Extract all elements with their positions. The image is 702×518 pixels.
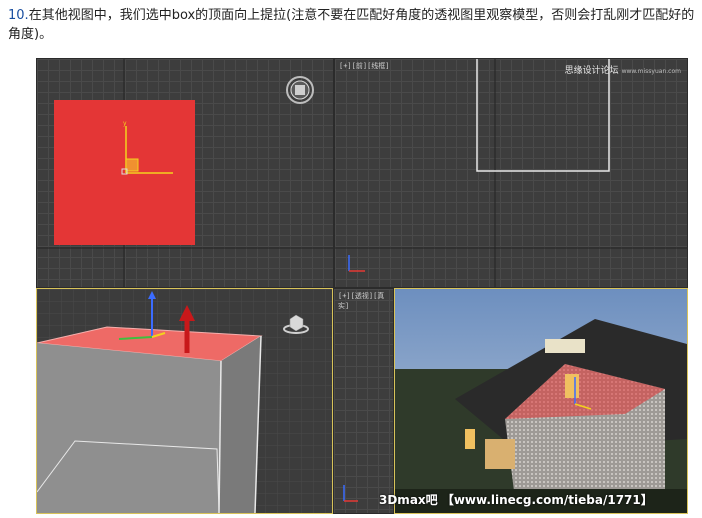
- bottom-watermark: 3Dmax吧 【www.linecg.com/tieba/1771】: [379, 493, 653, 507]
- viewport-realistic-label[interactable]: [+][透视][真实]: [338, 291, 393, 311]
- step-text: 在其他视图中，我们选中box的顶面向上提拉(注意不要在匹配好角度的透视图里观察模…: [8, 8, 695, 42]
- viewport-front-canvas: [335, 59, 687, 287]
- site-watermark: 思缘设计论坛 www.missyuan.com: [565, 63, 681, 76]
- max-viewport-frame: y [+][前][线框] 思缘设计论坛 www.missyuan.com [+]…: [36, 58, 688, 514]
- box-front-face: [37, 343, 221, 513]
- site-watermark-name: 思缘设计论坛: [564, 66, 619, 76]
- viewcube-icon[interactable]: [285, 75, 315, 105]
- viewport-perspective-edit[interactable]: [36, 288, 333, 514]
- axis-tripod-small-icon: [343, 485, 358, 502]
- axis-tripod-icon: [348, 255, 365, 272]
- viewcube-perspective-icon[interactable]: [282, 311, 310, 335]
- viewport-front-label[interactable]: [+][前][线框]: [339, 61, 390, 71]
- step-caption: 10.在其他视图中，我们选中box的顶面向上提拉(注意不要在匹配好角度的透视图里…: [8, 6, 698, 44]
- viewport-front[interactable]: [+][前][线框] 思缘设计论坛 www.missyuan.com: [335, 59, 687, 287]
- viewport-top[interactable]: y: [37, 59, 333, 287]
- photo-canvas: [395, 289, 687, 513]
- viewport-realistic-canvas: [343, 485, 358, 502]
- box-side-face: [219, 336, 261, 513]
- site-watermark-url: www.missyuan.com: [621, 68, 681, 75]
- svg-text:y: y: [123, 120, 127, 127]
- step-number: 10.: [8, 8, 29, 23]
- viewport-perspective-realistic[interactable]: [+][透视][真实]: [334, 289, 393, 513]
- viewport-photo-match[interactable]: [394, 288, 688, 514]
